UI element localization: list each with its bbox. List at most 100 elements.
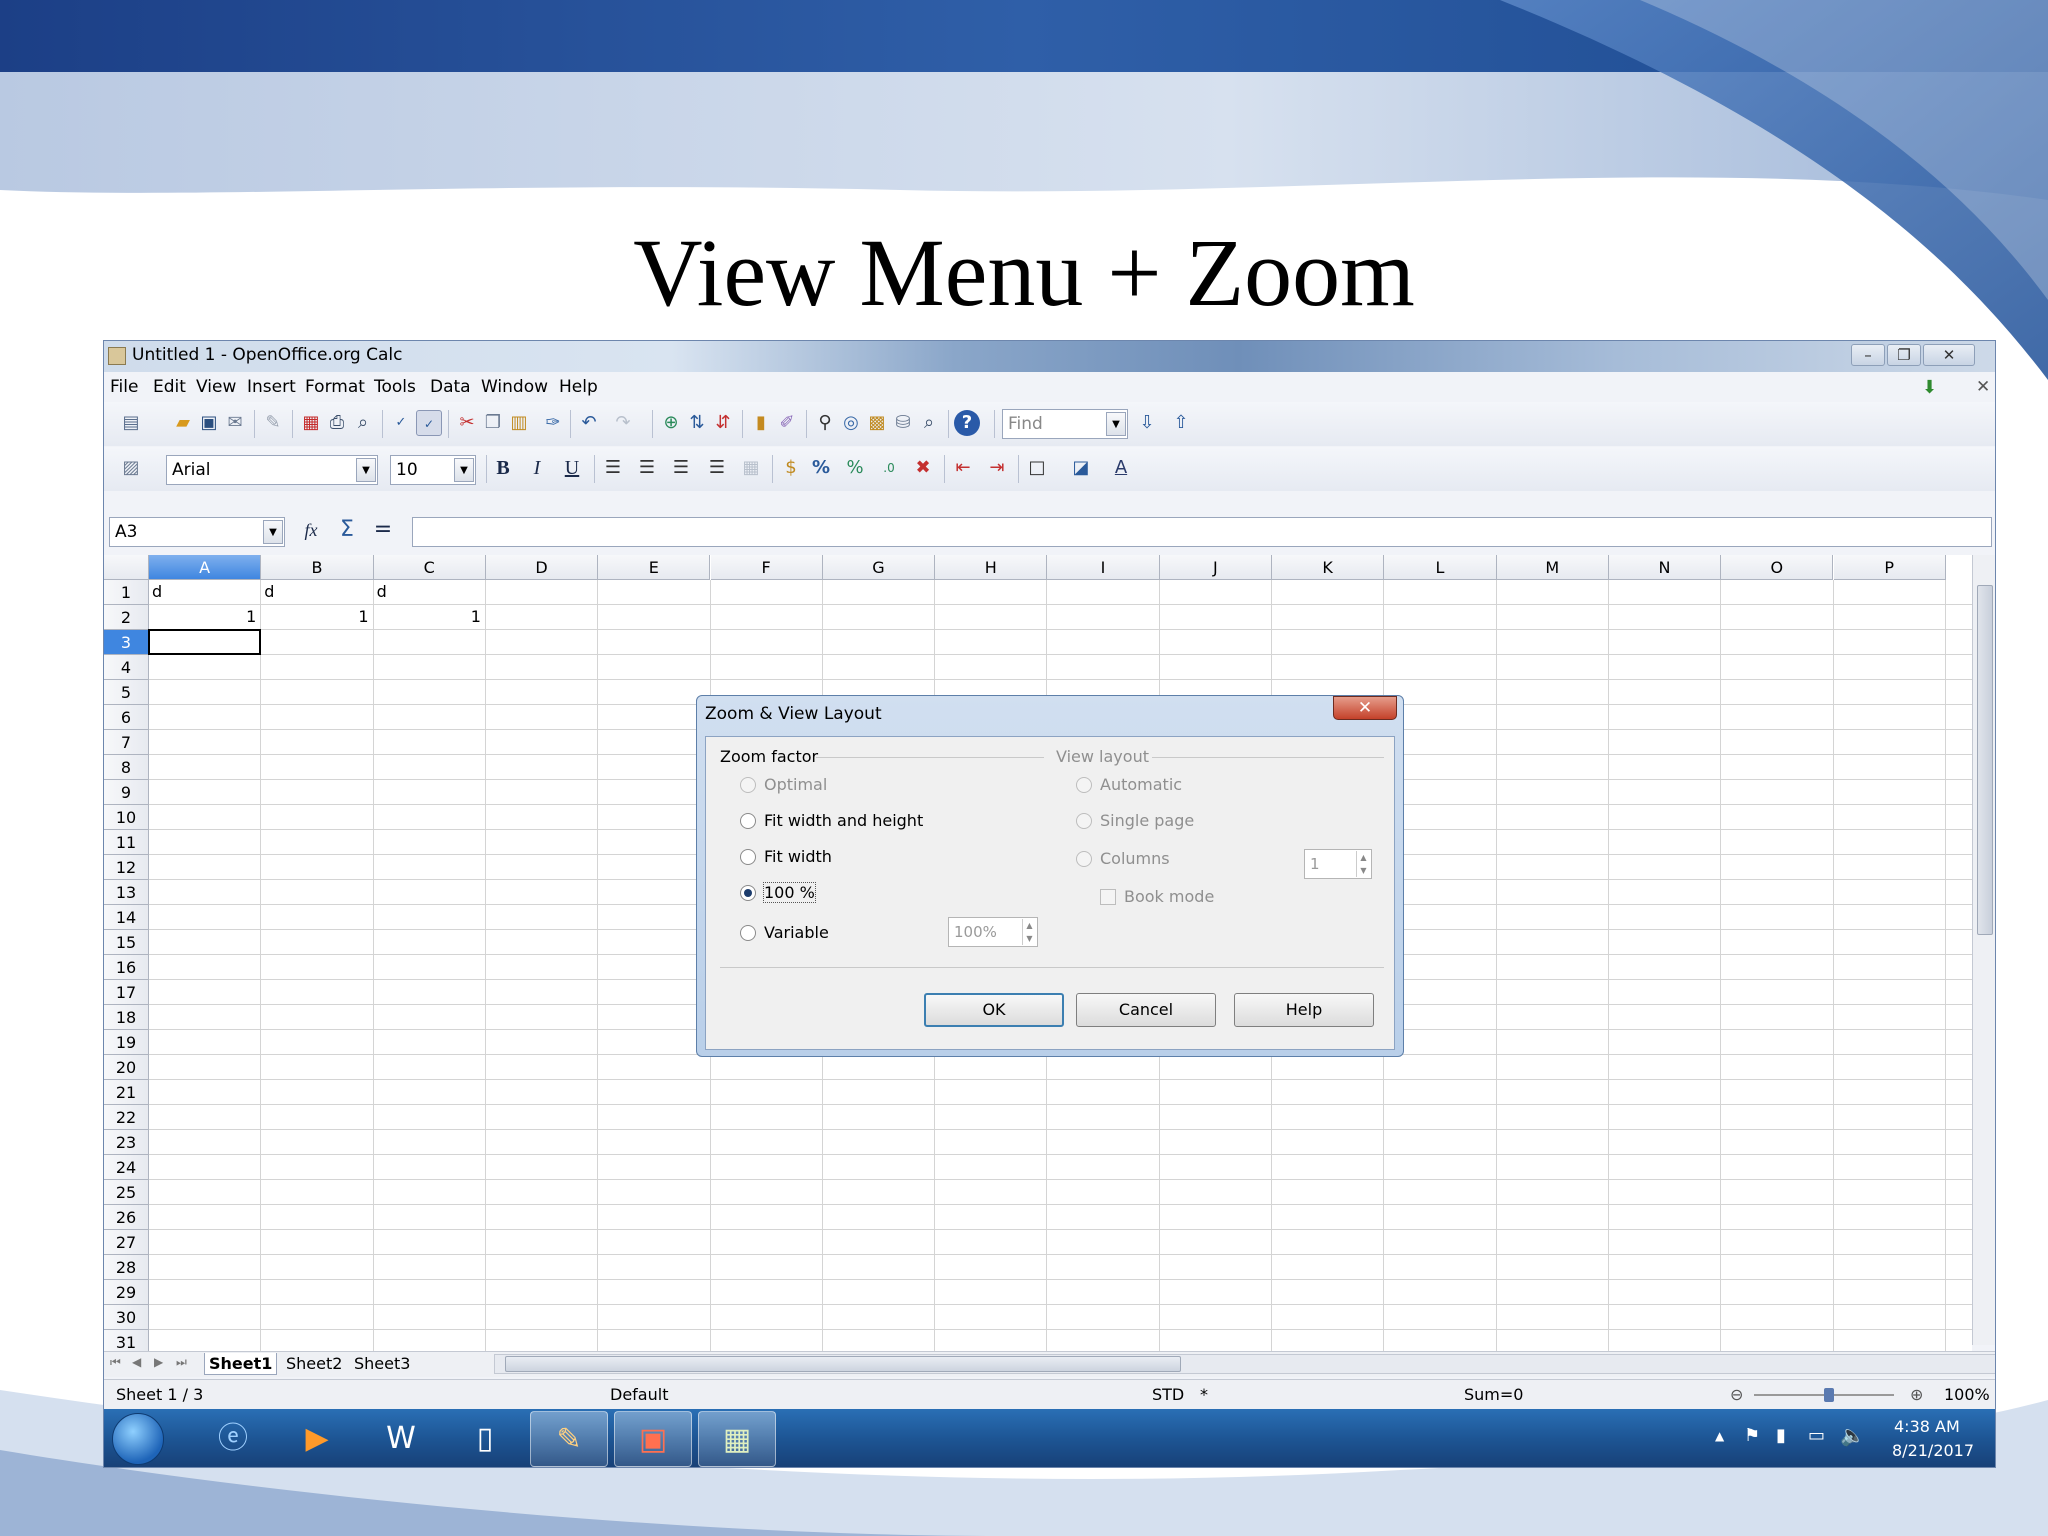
find-next-icon[interactable]: ⇩ [1134, 410, 1160, 436]
row-header[interactable]: 6 [104, 705, 149, 730]
align-center-icon[interactable]: ☰ [634, 455, 660, 481]
menu-help[interactable]: Help [559, 377, 598, 397]
decrease-indent-icon[interactable]: ⇤ [950, 455, 976, 481]
column-header[interactable]: A [149, 555, 262, 580]
row-header[interactable]: 22 [104, 1105, 149, 1130]
chevron-down-icon[interactable]: ▼ [454, 458, 474, 482]
vertical-scroll-thumb[interactable] [1977, 585, 1993, 935]
book-mode-checkbox[interactable] [1100, 889, 1116, 905]
column-header[interactable]: I [1047, 555, 1160, 580]
close-button[interactable]: ✕ [1923, 344, 1975, 366]
cancel-button[interactable]: Cancel [1076, 993, 1216, 1027]
cell-b1[interactable]: d [264, 580, 368, 604]
horizontal-scrollbar[interactable] [494, 1354, 1995, 1374]
ok-button[interactable]: OK [924, 993, 1064, 1027]
row-header[interactable]: 21 [104, 1080, 149, 1105]
font-color-icon[interactable]: A [1108, 455, 1134, 481]
row-header[interactable]: 3 [104, 630, 149, 655]
selection-mode[interactable]: STD [1152, 1385, 1184, 1404]
draw-functions-icon[interactable]: ✐ [774, 410, 800, 436]
redo-icon[interactable]: ↷ [610, 410, 636, 436]
row-header[interactable]: 29 [104, 1280, 149, 1305]
chevron-down-icon[interactable]: ▼ [1106, 412, 1126, 436]
copy-icon[interactable]: ❐ [480, 410, 506, 436]
align-left-icon[interactable]: ☰ [600, 455, 626, 481]
maximize-button[interactable]: ❐ [1887, 344, 1921, 366]
row-header[interactable]: 7 [104, 730, 149, 755]
column-header[interactable]: E [598, 555, 711, 580]
document-icon[interactable]: ▯ [446, 1411, 524, 1467]
next-sheet-icon[interactable]: ▶ [154, 1355, 163, 1369]
sum-button[interactable]: Σ [334, 517, 360, 543]
zoom-slider-thumb[interactable] [1824, 1388, 1834, 1402]
column-header[interactable]: O [1721, 555, 1834, 580]
zoom-100-radio[interactable] [740, 885, 756, 901]
chevron-down-icon[interactable]: ▼ [263, 520, 283, 544]
standard-format-icon[interactable]: % [842, 455, 868, 481]
clone-formatting-icon[interactable]: ✑ [540, 410, 566, 436]
sheet-tab[interactable]: Sheet2 [282, 1353, 346, 1375]
chevron-down-icon[interactable]: ▼ [356, 458, 376, 482]
row-header[interactable]: 18 [104, 1005, 149, 1030]
export-pdf-icon[interactable]: ▦ [298, 410, 324, 436]
spin-arrows-icon[interactable]: ▲ ▼ [1356, 851, 1370, 877]
internet-explorer-icon[interactable]: ⓔ [194, 1411, 272, 1467]
justify-icon[interactable]: ☰ [704, 455, 730, 481]
menu-view[interactable]: View [196, 377, 236, 397]
save-icon[interactable]: ▣ [196, 410, 222, 436]
network-icon[interactable]: ▭ [1808, 1425, 1825, 1446]
find-replace-icon[interactable]: ⚲ [812, 410, 838, 436]
bold-button[interactable]: B [490, 455, 516, 481]
variable-radio[interactable] [740, 925, 756, 941]
word-icon[interactable]: W [362, 1411, 440, 1467]
zoom-percent[interactable]: 100% [1944, 1385, 1990, 1404]
row-header[interactable]: 4 [104, 655, 149, 680]
menu-edit[interactable]: Edit [153, 377, 186, 397]
help-button[interactable]: Help [1234, 993, 1374, 1027]
menu-insert[interactable]: Insert [247, 377, 296, 397]
row-header[interactable]: 2 [104, 605, 149, 630]
menu-format[interactable]: Format [305, 377, 365, 397]
optimal-radio[interactable] [740, 777, 756, 793]
align-right-icon[interactable]: ☰ [668, 455, 694, 481]
add-decimal-icon[interactable]: .0 [876, 455, 902, 481]
column-header[interactable]: M [1496, 555, 1609, 580]
function-wizard-button[interactable]: fx [298, 517, 324, 543]
select-all-corner[interactable] [104, 555, 149, 580]
help-icon[interactable]: ? [954, 410, 980, 436]
spellcheck-icon[interactable]: ✓ [388, 410, 414, 436]
zoom-out-icon[interactable]: ⊖ [1730, 1385, 1743, 1404]
row-header[interactable]: 10 [104, 805, 149, 830]
row-header[interactable]: 27 [104, 1230, 149, 1255]
page-preview-icon[interactable]: ⌕ [350, 410, 376, 436]
variable-zoom-spinner[interactable]: 100% ▲ ▼ [948, 917, 1038, 947]
edit-file-icon[interactable]: ✎ [260, 410, 286, 436]
data-sources-icon[interactable]: ⛁ [890, 410, 916, 436]
sort-descending-icon[interactable]: ⇵ [710, 410, 736, 436]
active-cell-cursor[interactable] [148, 629, 262, 655]
volume-icon[interactable]: 🔈 [1840, 1423, 1865, 1447]
last-sheet-icon[interactable]: ⏭ [176, 1355, 187, 1370]
find-field[interactable]: Find ▼ [1002, 409, 1128, 439]
cell-a2[interactable]: 1 [152, 605, 256, 629]
zoom-icon[interactable]: ⌕ [916, 410, 942, 436]
column-header[interactable]: L [1384, 555, 1497, 580]
autospellcheck-icon[interactable]: ✓ [416, 410, 442, 436]
delete-decimal-icon[interactable]: ✖ [910, 455, 936, 481]
row-header[interactable]: 13 [104, 880, 149, 905]
column-header[interactable]: P [1833, 555, 1946, 580]
vertical-scrollbar[interactable] [1972, 555, 1995, 1345]
open-icon[interactable]: ▰ [170, 410, 196, 436]
merge-cells-icon[interactable]: ▦ [738, 455, 764, 481]
find-previous-icon[interactable]: ⇧ [1168, 410, 1194, 436]
window-titlebar[interactable]: Untitled 1 - OpenOffice.org Calc – ❐ ✕ [104, 341, 1995, 372]
new-document-icon[interactable]: ▤ [118, 410, 144, 436]
hyperlink-icon[interactable]: ⊕ [658, 410, 684, 436]
row-header[interactable]: 28 [104, 1255, 149, 1280]
minimize-button[interactable]: – [1851, 344, 1885, 366]
column-header[interactable]: D [485, 555, 599, 580]
menu-file[interactable]: File [110, 377, 138, 397]
menu-tools[interactable]: Tools [374, 377, 416, 397]
row-header[interactable]: 8 [104, 755, 149, 780]
italic-button[interactable]: I [524, 455, 550, 481]
